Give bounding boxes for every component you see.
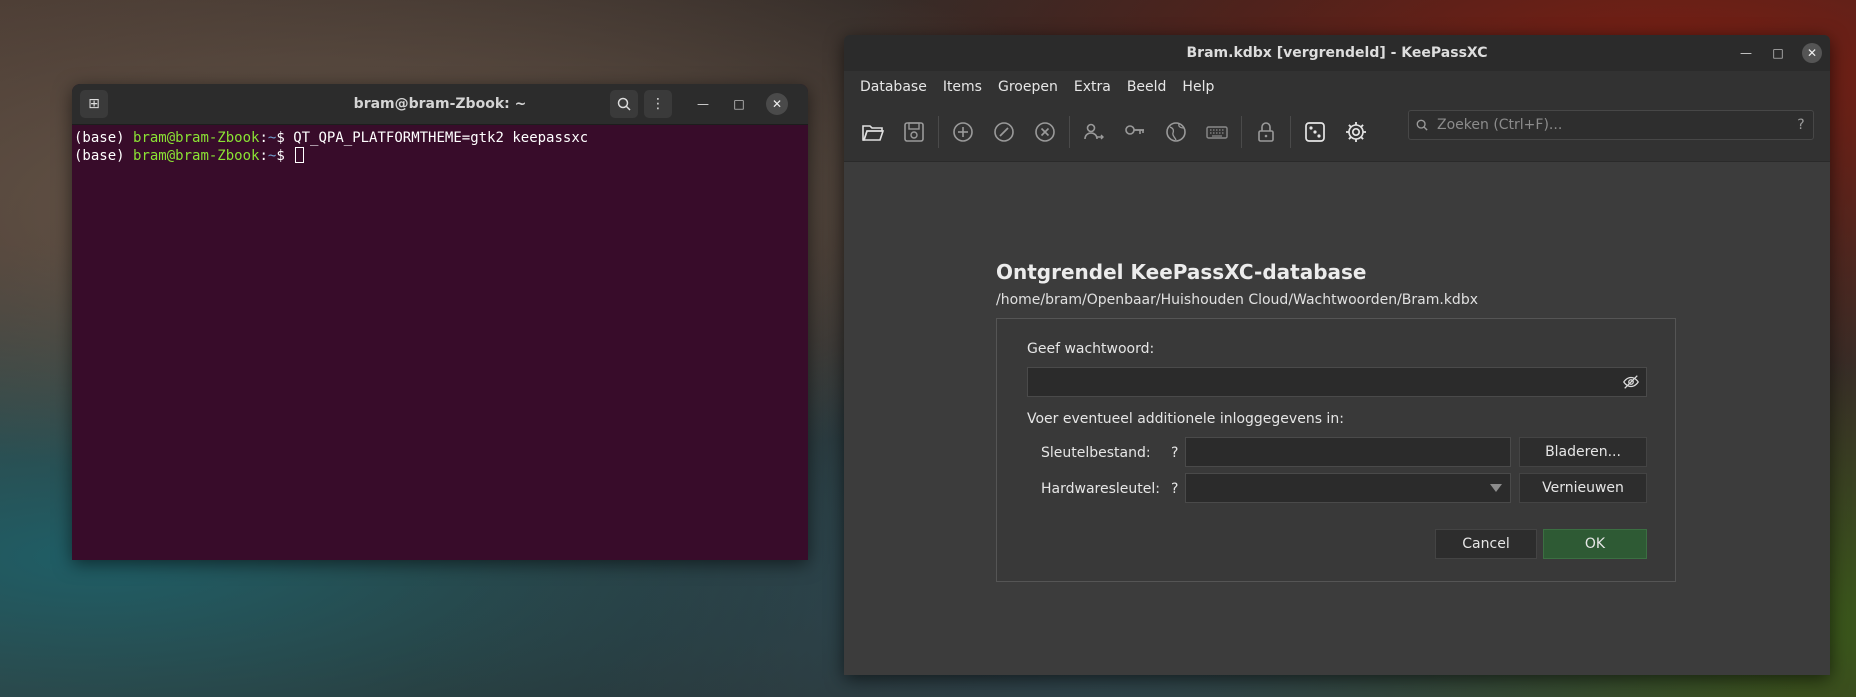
env-prefix: (base) [74, 148, 134, 164]
close-icon[interactable]: ✕ [766, 93, 788, 115]
menubar: Database Items Groepen Extra Beeld Help [844, 71, 1830, 103]
browse-button[interactable]: Bladeren... [1519, 437, 1647, 467]
toggle-password-visibility-icon[interactable] [1622, 373, 1640, 391]
terminal-output[interactable]: (base) bram@bram-Zbook:~$ QT_QPA_PLATFOR… [72, 125, 808, 169]
hardware-key-select[interactable] [1185, 473, 1511, 503]
prompt-sep: : [259, 130, 268, 146]
prompt-sep: : [259, 148, 268, 164]
delete-entry-icon[interactable] [1028, 115, 1062, 149]
unlock-view: Ontgrendel KeePassXC-database /home/bram… [844, 162, 1830, 675]
dice-icon[interactable] [1298, 115, 1332, 149]
maximize-icon[interactable]: □ [1768, 43, 1788, 63]
keepassxc-window[interactable]: Bram.kdbx [vergrendeld] - KeePassXC — □ … [844, 35, 1830, 675]
hardware-key-help-icon[interactable]: ? [1171, 481, 1178, 497]
env-prefix: (base) [74, 130, 134, 146]
close-icon[interactable]: ✕ [1802, 43, 1822, 63]
password-input[interactable] [1028, 368, 1612, 398]
menu-items[interactable]: Items [935, 79, 990, 95]
gear-icon[interactable] [1339, 115, 1373, 149]
search-field[interactable]: ? [1408, 110, 1814, 140]
text-cursor [295, 147, 305, 163]
folder-open-icon[interactable] [856, 115, 890, 149]
transfer-user-icon[interactable] [1077, 115, 1111, 149]
menu-icon[interactable]: ⋮ [644, 90, 672, 118]
terminal-titlebar[interactable]: ⊞ bram@bram-Zbook: ~ ⋮ — □ ✕ [72, 84, 808, 125]
chevron-down-icon [1490, 484, 1502, 492]
terminal-line: (base) bram@bram-Zbook:~$ [74, 147, 806, 165]
database-path: /home/bram/Openbaar/Huishouden Cloud/Wac… [996, 292, 1478, 308]
keyfile-input[interactable] [1185, 437, 1511, 467]
prompt-user: bram@bram-Zbook [133, 130, 260, 146]
additional-credentials-label: Voer eventueel additionele inloggegevens… [1027, 411, 1344, 427]
terminal-line: (base) bram@bram-Zbook:~$ QT_QPA_PLATFOR… [74, 129, 806, 147]
toolbar-separator [1069, 116, 1070, 148]
prompt-dollar: $ [276, 130, 294, 146]
prompt-user: bram@bram-Zbook [133, 148, 260, 164]
keyfile-label: Sleutelbestand: [1041, 445, 1151, 461]
credentials-panel: Geef wachtwoord: Voer eventueel addition… [996, 318, 1676, 582]
maximize-icon[interactable]: □ [728, 93, 750, 115]
cancel-button[interactable]: Cancel [1435, 529, 1537, 559]
menu-database[interactable]: Database [852, 79, 935, 95]
terminal-window[interactable]: ⊞ bram@bram-Zbook: ~ ⋮ — □ ✕ (base) bram… [72, 84, 808, 560]
keyfile-help-icon[interactable]: ? [1171, 445, 1178, 461]
menu-beeld[interactable]: Beeld [1119, 79, 1175, 95]
toolbar-separator [938, 116, 939, 148]
ok-button[interactable]: OK [1543, 529, 1647, 559]
window-title: Bram.kdbx [vergrendeld] - KeePassXC [1186, 45, 1488, 61]
toolbar-separator [1290, 116, 1291, 148]
prompt-dollar: $ [276, 148, 294, 164]
search-input[interactable] [1435, 116, 1789, 134]
globe-icon[interactable] [1159, 115, 1193, 149]
key-icon[interactable] [1118, 115, 1152, 149]
lock-icon[interactable] [1249, 115, 1283, 149]
unlock-title: Ontgrendel KeePassXC-database [996, 260, 1367, 284]
menu-groepen[interactable]: Groepen [990, 79, 1066, 95]
search-help-icon[interactable]: ? [1789, 117, 1813, 133]
hardware-key-label: Hardwaresleutel: [1041, 481, 1160, 497]
keyboard-icon[interactable] [1200, 115, 1234, 149]
refresh-button[interactable]: Vernieuwen [1519, 473, 1647, 503]
minimize-icon[interactable]: — [1736, 43, 1756, 63]
edit-entry-icon[interactable] [987, 115, 1021, 149]
password-label: Geef wachtwoord: [1027, 341, 1155, 357]
add-entry-icon[interactable] [946, 115, 980, 149]
command-text: QT_QPA_PLATFORMTHEME=gtk2 keepassxc [293, 130, 589, 146]
minimize-icon[interactable]: — [692, 93, 714, 115]
menu-extra[interactable]: Extra [1066, 79, 1119, 95]
password-field[interactable] [1027, 367, 1647, 398]
search-icon[interactable] [610, 90, 638, 118]
toolbar-separator [1241, 116, 1242, 148]
search-icon [1409, 119, 1435, 131]
keepassxc-titlebar[interactable]: Bram.kdbx [vergrendeld] - KeePassXC — □ … [844, 35, 1830, 71]
menu-help[interactable]: Help [1174, 79, 1222, 95]
save-icon[interactable] [897, 115, 931, 149]
